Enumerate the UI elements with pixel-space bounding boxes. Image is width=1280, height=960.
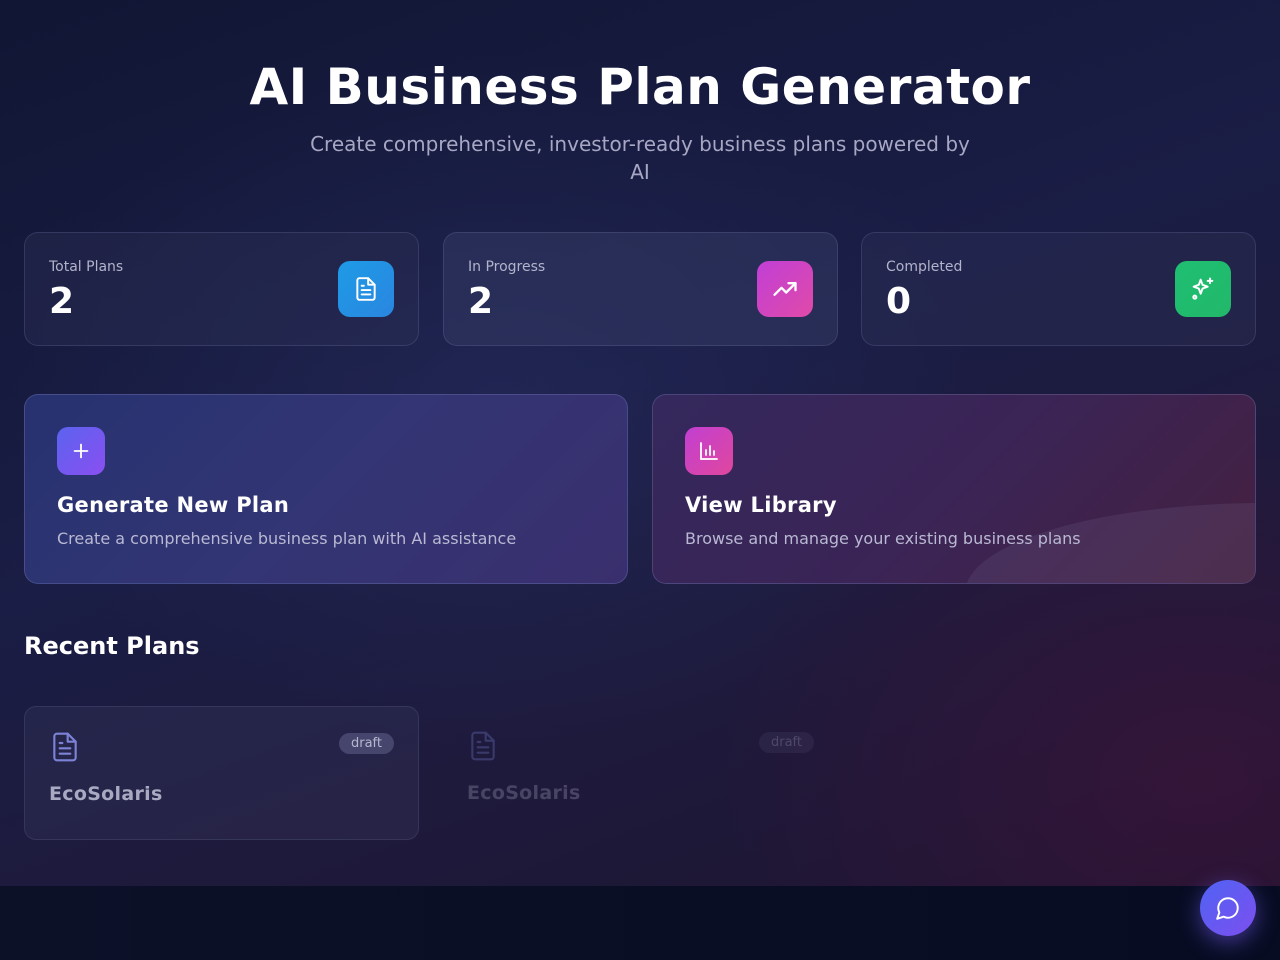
stat-card-total-plans: Total Plans 2: [24, 232, 419, 346]
footer-bar: [0, 886, 1280, 960]
recent-plans-heading: Recent Plans: [24, 632, 200, 660]
page-subtitle: Create comprehensive, investor-ready bus…: [310, 132, 970, 184]
plan-name: EcoSolaris: [49, 783, 163, 805]
bar-chart-icon: [685, 427, 733, 475]
view-library-card[interactable]: View Library Browse and manage your exis…: [652, 394, 1256, 584]
plan-card[interactable]: draft EcoSolaris: [443, 706, 838, 840]
status-badge: draft: [758, 732, 814, 753]
page-title: AI Business Plan Generator: [249, 58, 1031, 116]
plan-name: EcoSolaris: [467, 782, 581, 804]
stat-card-completed: Completed 0: [861, 232, 1256, 346]
stat-value: 2: [49, 281, 75, 322]
page-header: AI Business Plan Generator Create compre…: [0, 58, 1280, 186]
plan-card[interactable]: draft EcoSolaris: [24, 706, 419, 840]
stat-label: Total Plans: [49, 259, 124, 275]
document-icon: [49, 731, 81, 767]
action-title: View Library: [685, 493, 837, 517]
action-description: Create a comprehensive business plan wit…: [57, 529, 517, 548]
action-title: Generate New Plan: [57, 493, 290, 517]
plus-icon: [57, 427, 105, 475]
chat-button[interactable]: [1200, 880, 1256, 936]
stat-value: 0: [886, 281, 912, 322]
chat-bubble-icon: [1215, 895, 1241, 921]
document-icon: [467, 730, 499, 766]
trending-up-icon: [757, 261, 813, 317]
stat-value: 2: [468, 281, 494, 322]
generate-new-plan-card[interactable]: Generate New Plan Create a comprehensive…: [24, 394, 628, 584]
stat-card-in-progress: In Progress 2: [443, 232, 838, 346]
sparkles-icon: [1175, 261, 1231, 317]
stat-label: In Progress: [468, 259, 546, 275]
document-icon: [338, 261, 394, 317]
status-badge: draft: [338, 733, 394, 754]
action-description: Browse and manage your existing business…: [685, 529, 1081, 548]
stat-label: Completed: [886, 259, 963, 275]
